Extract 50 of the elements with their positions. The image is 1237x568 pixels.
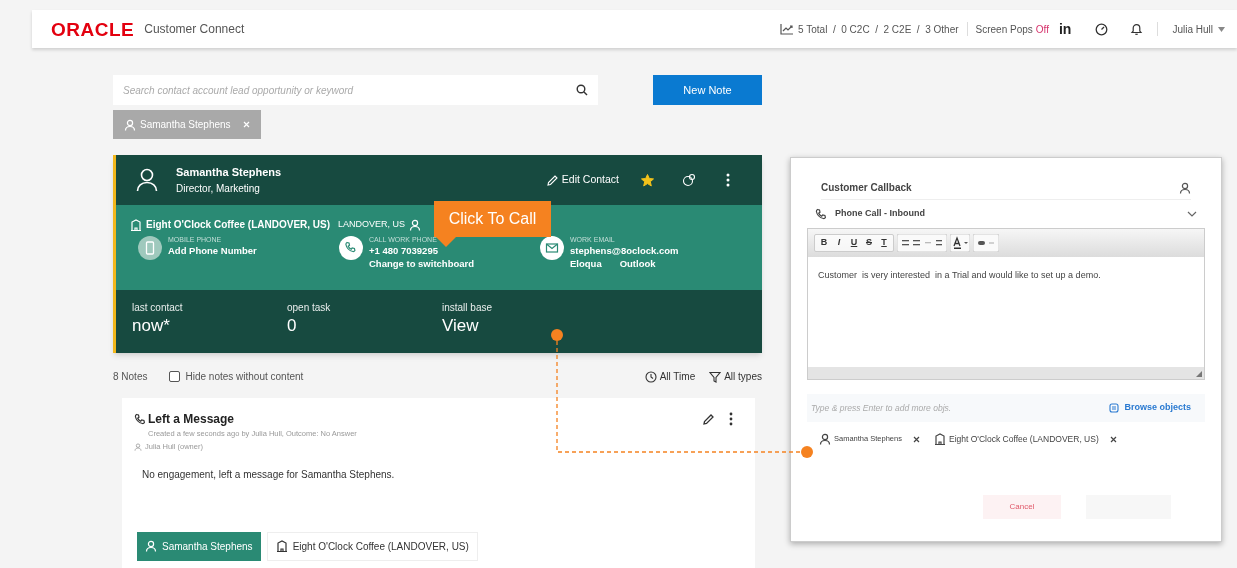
chip-label: Eight O'Clock Coffee (LANDOVER, US) bbox=[948, 432, 1099, 446]
oracle-logo: ORACLE bbox=[51, 19, 135, 39]
format-button[interactable]: T bbox=[878, 236, 890, 250]
contact-title: Director, Marketing bbox=[176, 181, 261, 196]
objects-field[interactable]: Type & press Enter to add more objs. bbox=[811, 401, 1110, 415]
notes-count: 8 Notes bbox=[113, 370, 148, 384]
browse-objects-button[interactable]: Browse objects bbox=[1109, 401, 1191, 415]
tag-chip[interactable]: Eight O'Clock Coffee (LANDOVER, US) bbox=[266, 531, 478, 561]
screen-pops-label[interactable]: Screen Pops bbox=[975, 21, 1033, 37]
contact-name: Samantha Stephens bbox=[176, 165, 282, 181]
activity-type-dropdown[interactable]: Phone Call - Inbound bbox=[815, 200, 1197, 228]
format-button[interactable]: I bbox=[833, 236, 845, 250]
email-app-link[interactable]: Eloqua bbox=[570, 257, 602, 270]
object-chip[interactable]: Eight O'Clock Coffee (LANDOVER, US) bbox=[931, 428, 1119, 450]
filter-button[interactable]: All types bbox=[709, 369, 762, 384]
user-menu[interactable]: Julia Hull bbox=[1172, 21, 1225, 37]
stat-label: last contact bbox=[132, 301, 184, 315]
stat-label: install base bbox=[442, 301, 494, 315]
search-input[interactable]: Search contact account lead opportunity or keyword bbox=[123, 82, 576, 98]
tag-chip[interactable]: Samantha Stephens bbox=[137, 531, 261, 561]
account-name[interactable]: Eight O'Clock Coffee (LANDOVER, US) bbox=[146, 217, 331, 232]
rich-text-editor[interactable]: B I U S T Customer is very interested in a Trial and would like to set up a demo. bbox=[807, 228, 1205, 380]
stat-value[interactable]: now* bbox=[132, 315, 287, 337]
note-title[interactable]: Left a Message bbox=[148, 410, 235, 428]
format-button[interactable]: S bbox=[863, 236, 875, 250]
new-note-button[interactable]: New Note bbox=[653, 75, 762, 105]
checkbox-label[interactable]: Hide notes without content bbox=[185, 369, 304, 384]
chip-label: Samantha Stephens bbox=[140, 118, 231, 132]
linkedin-logo[interactable]: in bbox=[1058, 18, 1072, 40]
channel-value[interactable]: stephens@8oclock.com bbox=[570, 244, 679, 257]
editor-text[interactable]: Customer is very interested in a Trial and would like to set up a demo. bbox=[808, 257, 1204, 367]
filter-button[interactable]: All Time bbox=[644, 369, 696, 384]
account-location: LANDOVER, US bbox=[338, 217, 406, 231]
format-button[interactable]: U bbox=[848, 236, 860, 250]
stats-summary[interactable]: 5 Total / 0 C2C / 2 C2E / 3 Other bbox=[798, 21, 959, 37]
channel-value[interactable]: +1 480 7039295 bbox=[369, 244, 475, 257]
app-name: Customer Connect bbox=[144, 21, 245, 38]
objects-field[interactable]: Type & press Enter to add more objs. Browse objects bbox=[807, 394, 1205, 422]
search-field[interactable]: Search contact account lead opportunity or keyword bbox=[113, 75, 598, 105]
channel-value[interactable]: Add Phone Number bbox=[168, 244, 257, 257]
channel-action[interactable]: Change to switchboard bbox=[369, 257, 475, 270]
email-app-link[interactable]: Outlook bbox=[619, 257, 656, 270]
format-button[interactable]: B bbox=[818, 236, 830, 250]
edit-contact-button[interactable]: Edit Contact bbox=[546, 172, 619, 188]
stat-value[interactable]: View bbox=[442, 315, 597, 337]
subject-field[interactable]: Customer Callback bbox=[821, 180, 912, 195]
screen-pops-state[interactable]: Off bbox=[1035, 21, 1049, 37]
stat-label: open task bbox=[287, 301, 332, 315]
stat-value[interactable]: 0 bbox=[287, 315, 442, 337]
note-body: No engagement, left a message for Samantha Stephens. bbox=[142, 467, 396, 482]
